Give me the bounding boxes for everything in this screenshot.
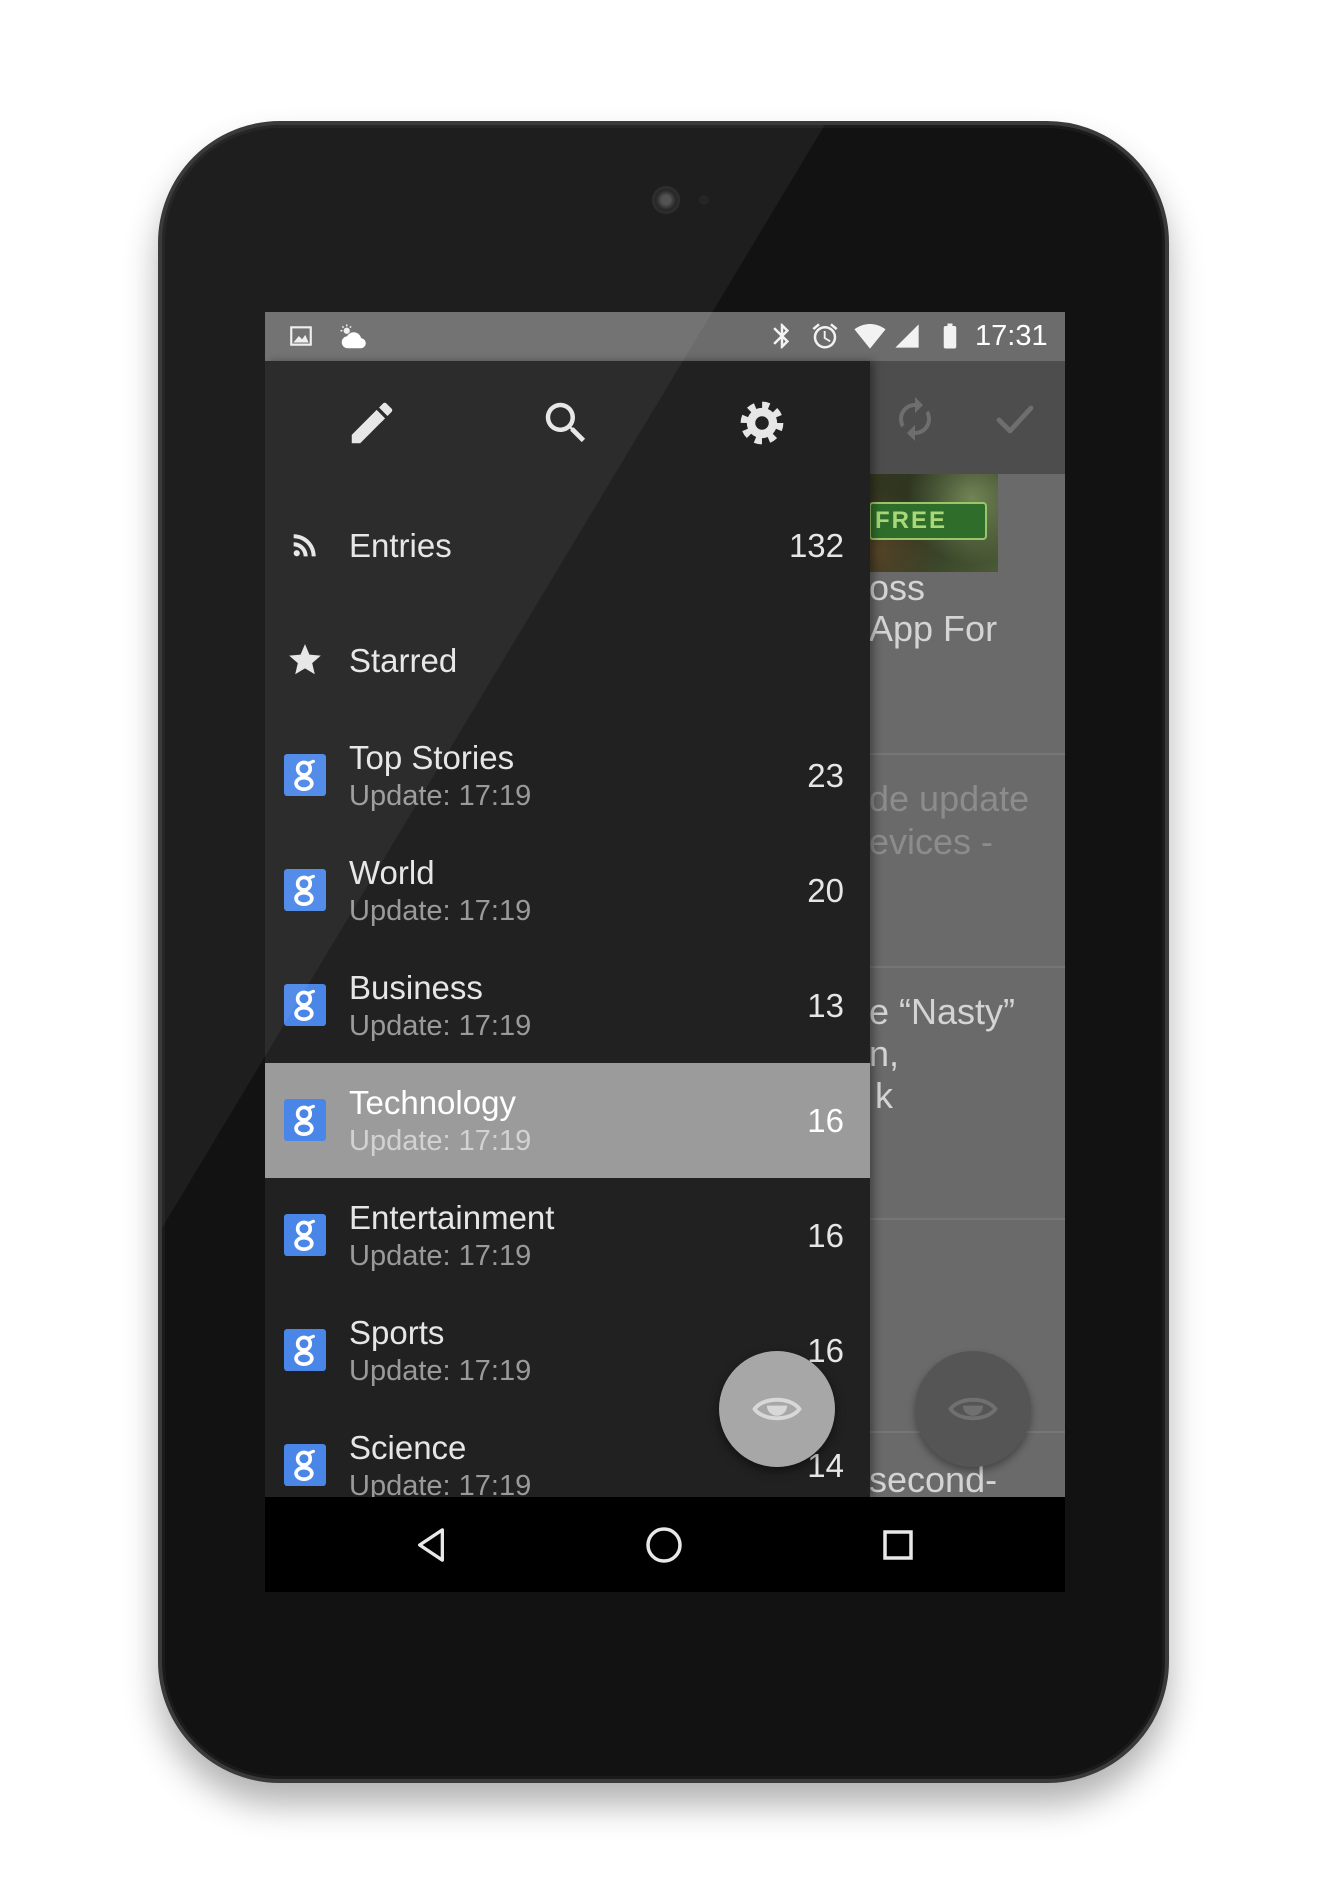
tablet-device: 17:31 FREE oss App For de update evices …	[158, 121, 1169, 1783]
pencil-icon[interactable]	[345, 396, 399, 450]
unread-count: 13	[807, 987, 844, 1024]
wifi-icon	[854, 324, 886, 349]
drawer-item-label: Entries	[349, 526, 452, 564]
gear-icon[interactable]	[735, 396, 789, 450]
article-title-line[interactable]: oss	[869, 568, 925, 608]
mark-read-fab[interactable]	[719, 1351, 835, 1467]
drawer-item-text: Entries	[349, 488, 452, 603]
drawer-item-label: World	[349, 853, 435, 891]
google-news-icon	[284, 984, 326, 1026]
unread-count: 132	[788, 527, 844, 564]
alarm-icon	[812, 323, 838, 349]
drawer-item-starred[interactable]: Starred	[265, 603, 870, 718]
drawer-item-entertainment[interactable]: Entertainment Update: 17:19 16	[265, 1178, 870, 1293]
google-news-icon	[284, 869, 326, 911]
unread-count: 16	[807, 1217, 844, 1254]
weather-cloudy-icon	[340, 324, 366, 349]
drawer-item-text: World Update: 17:19	[349, 833, 531, 948]
drawer-item-label: Starred	[349, 641, 458, 679]
drawer-item-world[interactable]: World Update: 17:19 20	[265, 833, 870, 948]
article-title-line[interactable]: App For	[869, 609, 997, 649]
drawer-item-update-time: Update: 17:19	[349, 779, 532, 812]
drawer-item-text: Entertainment Update: 17:19	[349, 1178, 554, 1293]
device-screen: 17:31 FREE oss App For de update evices …	[265, 312, 1065, 1592]
google-news-icon	[284, 1214, 326, 1256]
front-camera	[652, 186, 680, 214]
drawer-item-update-time: Update: 17:19	[349, 1469, 532, 1498]
gallery-icon	[290, 326, 312, 346]
cell-signal-icon	[895, 324, 919, 348]
drawer-item-top-stories[interactable]: Top Stories Update: 17:19 23	[265, 718, 870, 833]
drawer-item-text: Science Update: 17:19	[349, 1408, 532, 1498]
mark-read-fab-background[interactable]	[915, 1351, 1031, 1467]
drawer-item-text: Business Update: 17:19	[349, 948, 531, 1063]
system-nav-bar	[265, 1497, 1065, 1592]
drawer-item-text: Top Stories Update: 17:19	[349, 718, 531, 833]
drawer-item-label: Technology	[349, 1083, 516, 1121]
rss-icon	[293, 534, 316, 557]
light-sensor	[699, 195, 709, 205]
drawer-toolbar	[265, 361, 870, 474]
bluetooth-icon	[773, 323, 790, 349]
home-icon[interactable]	[644, 1525, 684, 1565]
article-title-line[interactable]: de update	[869, 779, 1029, 819]
google-news-icon	[284, 1329, 326, 1371]
drawer-item-label: Science	[349, 1428, 467, 1466]
drawer-item-update-time: Update: 17:19	[349, 1354, 532, 1387]
article-title-line[interactable]: e “Nasty”	[869, 992, 1015, 1032]
free-banner-image: FREE	[869, 502, 987, 540]
navigation-drawer: Entries 132 Starred Top Stories Update: …	[265, 361, 870, 1497]
google-news-icon	[284, 1444, 326, 1486]
drawer-item-label: Business	[349, 968, 483, 1006]
article-title-line[interactable]: k	[875, 1076, 893, 1116]
drawer-item-text: Technology Update: 17:19	[349, 1063, 531, 1178]
eye-icon	[750, 1382, 804, 1436]
drawer-item-label: Top Stories	[349, 738, 515, 776]
drawer-item-entries[interactable]: Entries 132	[265, 488, 870, 603]
unread-count: 20	[807, 872, 844, 909]
drawer-item-text: Sports Update: 17:19	[349, 1293, 531, 1408]
eye-icon	[946, 1382, 1000, 1436]
star-icon	[289, 644, 321, 675]
drawer-item-update-time: Update: 17:19	[349, 1239, 532, 1272]
google-news-icon	[284, 1099, 326, 1141]
unread-count: 16	[807, 1102, 844, 1139]
battery-icon	[943, 323, 957, 349]
thumbnail-text: FREE	[875, 507, 948, 534]
drawer-item-business[interactable]: Business Update: 17:19 13	[265, 948, 870, 1063]
drawer-item-label: Sports	[349, 1313, 445, 1351]
drawer-item-text: Starred	[349, 603, 457, 718]
status-bar: 17:31	[265, 312, 1065, 361]
google-news-icon	[284, 754, 326, 796]
drawer-item-label: Entertainment	[349, 1198, 555, 1236]
unread-count: 23	[807, 757, 844, 794]
clock: 17:31	[975, 320, 1048, 352]
article-title-line[interactable]: evices -	[869, 822, 993, 862]
drawer-item-update-time: Update: 17:19	[349, 894, 532, 927]
article-title-line[interactable]: n,	[869, 1034, 899, 1074]
recents-icon[interactable]	[881, 1528, 915, 1562]
refresh-icon[interactable]	[891, 395, 939, 443]
check-icon[interactable]	[991, 395, 1039, 443]
search-icon[interactable]	[539, 396, 593, 450]
drawer-item-technology[interactable]: Technology Update: 17:19 16	[265, 1063, 870, 1178]
drawer-item-update-time: Update: 17:19	[349, 1124, 532, 1157]
back-icon[interactable]	[414, 1526, 448, 1564]
drawer-item-update-time: Update: 17:19	[349, 1009, 532, 1042]
